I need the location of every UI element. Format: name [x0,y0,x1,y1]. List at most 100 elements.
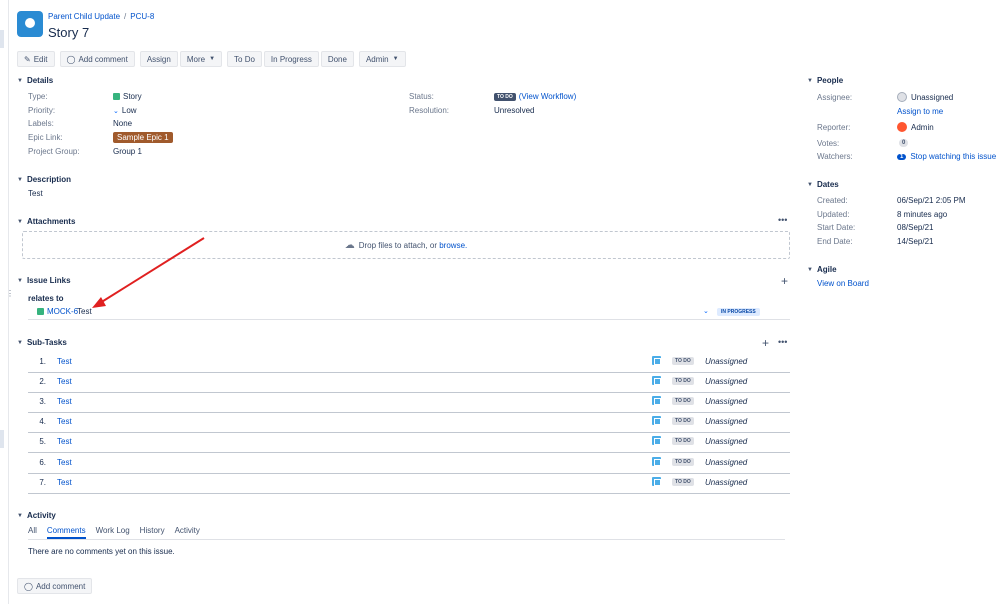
start-date-label: Start Date: [817,223,856,232]
done-transition-button[interactable]: Done [320,51,354,67]
left-sidebar-edge [0,0,9,604]
breadcrumb-separator: / [124,12,127,21]
subtask-assignee: Unassigned [705,417,748,426]
dates-section-toggle[interactable]: ▼ Dates [807,180,839,189]
people-heading: People [816,76,844,85]
tab-work-log[interactable]: Work Log [96,526,130,539]
assign-button[interactable]: Assign [139,51,178,67]
workflow-group: To Do In Progress Done [227,51,354,67]
labels-label: Labels: [28,119,54,128]
project-avatar[interactable] [17,11,43,37]
assignee-value-text: Unassigned [911,92,954,102]
browse-link[interactable]: browse. [439,241,467,250]
details-section-toggle[interactable]: ▼ Details [17,76,53,85]
edit-button[interactable]: ✎ Edit [17,51,55,67]
no-comments-text: There are no comments yet on this issue. [28,547,175,556]
votes-label: Votes: [817,139,840,148]
subtask-row[interactable]: 6. Test TO DO Unassigned [28,454,790,474]
priority-label: Priority: [28,106,56,115]
activity-section-toggle[interactable]: ▼ Activity [17,511,56,520]
view-on-board-link[interactable]: View on Board [817,279,869,288]
subtask-name[interactable]: Test [57,397,72,406]
tab-history[interactable]: History [140,526,165,539]
issue-toolbar: ✎ Edit ◯ Add comment Assign More ▼ To Do In… [17,51,406,67]
issue-link-row: MOCK-6 Test ⌄ IN PROGRESS [28,304,790,320]
sidebar-marker [0,430,4,448]
resolution-value: Unresolved [494,106,535,115]
agile-section-toggle[interactable]: ▼ Agile [807,265,837,274]
description-heading: Description [26,175,71,184]
subtask-name[interactable]: Test [57,458,72,467]
drag-handle-icon[interactable]: ⋮ [6,289,14,298]
epic-lozenge[interactable]: Sample Epic 1 [113,132,173,143]
add-link-icon[interactable]: + [781,274,788,288]
subtasks-more-icon[interactable]: ••• [778,337,787,347]
assignee-value: Unassigned [897,92,953,102]
admin-label: Admin [365,54,389,64]
add-subtask-icon[interactable]: + [762,336,769,350]
breadcrumb-issue-key[interactable]: PCU-8 [130,12,154,21]
subtask-number: 6. [39,458,46,467]
status-value: TO DO (View Workflow) [494,92,576,101]
watchers-count-badge[interactable]: 1 [897,153,907,160]
end-date-label: End Date: [817,237,853,246]
cloud-upload-icon: ☁ [344,239,355,251]
chevron-down-icon: ▼ [807,266,813,273]
subtask-row[interactable]: 2. Test TO DO Unassigned [28,373,790,393]
assign-to-me-link[interactable]: Assign to me [897,107,943,116]
view-workflow-link[interactable]: (View Workflow) [519,92,577,101]
subtask-icon [652,416,661,425]
status-lozenge: TO DO [494,92,516,101]
stop-watching-link[interactable]: Stop watching this issue [910,152,996,161]
bottom-add-comment-label: Add comment [35,581,86,591]
labels-value: None [113,119,133,128]
tab-comments[interactable]: Comments [46,526,86,539]
more-button[interactable]: More ▼ [179,51,223,67]
subtask-row[interactable]: 7. Test TO DO Unassigned [28,474,790,494]
subtask-name[interactable]: Test [57,437,72,446]
issue-links-section-toggle[interactable]: ▼ Issue Links [17,276,71,285]
assign-more-group: Assign More ▼ [139,51,223,67]
add-comment-button[interactable]: ◯ Add comment [59,51,135,67]
subtask-name[interactable]: Test [57,357,72,366]
in-progress-transition-button[interactable]: In Progress [263,51,319,67]
comment-icon: ◯ [66,54,76,64]
attachments-section-toggle[interactable]: ▼ Attachments [17,217,75,226]
unassigned-avatar-icon [897,92,907,102]
description-section-toggle[interactable]: ▼ Description [17,175,71,184]
linked-issue-key[interactable]: MOCK-6 [47,307,78,316]
project-group-value: Group 1 [113,147,142,156]
subtask-row[interactable]: 5. Test TO DO Unassigned [28,433,790,453]
people-section-toggle[interactable]: ▼ People [807,76,843,85]
chevron-down-icon: ▼ [17,339,23,346]
link-relation: relates to [28,294,64,303]
todo-transition-button[interactable]: To Do [227,51,262,67]
admin-button[interactable]: Admin ▼ [358,51,406,67]
subtask-row[interactable]: 3. Test TO DO Unassigned [28,393,790,413]
chevron-down-icon: ▼ [17,176,23,183]
subtask-assignee: Unassigned [705,397,748,406]
subtask-row[interactable]: 1. Test TO DO Unassigned [28,353,790,373]
subtasks-section-toggle[interactable]: ▼ Sub-Tasks [17,338,67,347]
subtask-name[interactable]: Test [57,478,72,487]
updated-label: Updated: [817,210,850,219]
breadcrumb-project[interactable]: Parent Child Update [48,12,120,21]
priority-low-icon: ⌄ [703,308,709,315]
votes-value[interactable]: 0 [899,139,909,147]
bottom-add-comment-button[interactable]: ◯ Add comment [17,578,93,594]
attachments-more-icon[interactable]: ••• [778,215,787,225]
subtask-icon [652,396,661,405]
end-date-value: 14/Sep/21 [897,237,934,246]
subtask-row[interactable]: 4. Test TO DO Unassigned [28,413,790,433]
story-icon [113,93,120,100]
resolution-label: Resolution: [409,106,450,115]
attachment-dropzone[interactable]: ☁ Drop files to attach, or browse. [22,231,790,259]
subtask-status: TO DO [672,377,694,385]
subtask-name[interactable]: Test [57,377,72,386]
tab-all[interactable]: All [28,526,37,539]
subtask-icon [652,457,661,466]
subtask-name[interactable]: Test [57,417,72,426]
subtask-icon [652,356,661,365]
tab-activity[interactable]: Activity [175,526,200,539]
description-text[interactable]: Test [28,189,43,198]
